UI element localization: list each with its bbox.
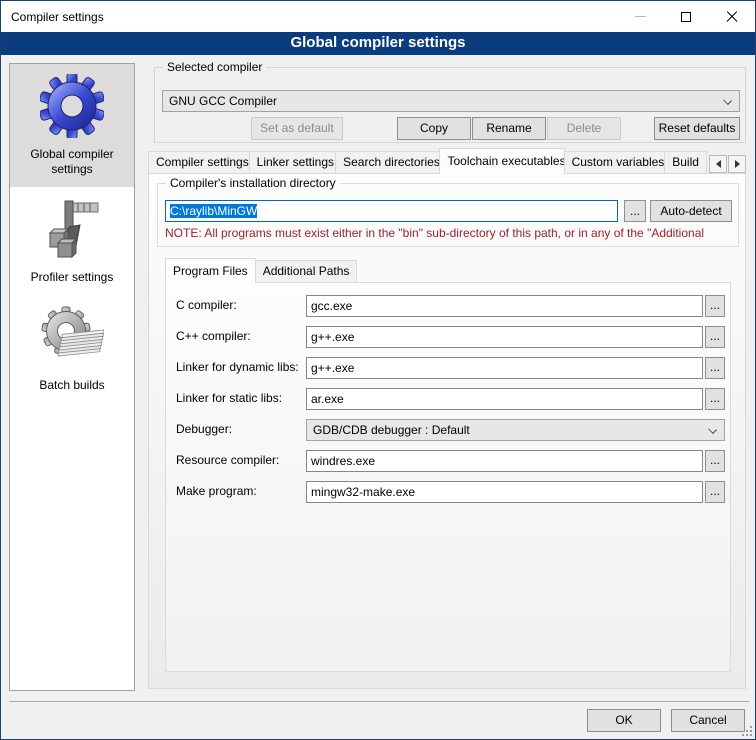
gray-gear-stack-icon [40,305,104,369]
resource-compiler-label: Resource compiler: [176,453,279,467]
cpp-compiler-input[interactable]: g++.exe [306,326,703,348]
c-compiler-input[interactable]: gcc.exe [306,295,703,317]
window-title: Compiler settings [1,10,104,24]
sidebar-item-label: Profiler settings [12,270,132,285]
dynamic-linker-row: Linker for dynamic libs: g++.exe ... [166,357,730,379]
maximize-icon [681,12,691,22]
settings-category-list: Global compiler settings Profiler settin… [9,63,135,691]
make-program-browse-button[interactable]: ... [705,481,725,503]
set-as-default-button[interactable]: Set as default [251,117,343,140]
chevron-down-icon [723,96,732,105]
close-button[interactable] [709,1,755,32]
page-title: Global compiler settings [1,32,755,55]
selected-compiler-legend: Selected compiler [163,60,266,74]
chevron-down-icon [708,425,717,434]
cpp-compiler-value: g++.exe [311,330,354,344]
debugger-label: Debugger: [176,422,232,436]
make-program-row: Make program: mingw32-make.exe ... [166,481,730,503]
caliper-icon [40,197,104,261]
static-linker-browse-button[interactable]: ... [705,388,725,410]
tab-toolchain-executables[interactable]: Toolchain executables [439,148,564,174]
tab-scroll-arrows [708,155,746,173]
maximize-button[interactable] [663,1,709,32]
make-program-label: Make program: [176,484,257,498]
sidebar-item-profiler-settings[interactable]: Profiler settings [10,187,134,295]
tab-custom-variables[interactable]: Custom variables [564,151,666,173]
blue-gear-icon [40,74,104,138]
c-compiler-browse-button[interactable]: ... [705,295,725,317]
sidebar-item-label: Batch builds [12,378,132,393]
static-linker-label: Linker for static libs: [176,391,282,405]
resource-compiler-value: windres.exe [311,454,375,468]
program-files-page: C compiler: gcc.exe ... C++ compiler: g+… [165,282,731,672]
browse-directory-button[interactable]: ... [624,200,646,222]
static-linker-row: Linker for static libs: ar.exe ... [166,388,730,410]
static-linker-input[interactable]: ar.exe [306,388,703,410]
footer-separator [9,701,749,702]
installation-note: NOTE: All programs must exist either in … [165,226,735,240]
installation-directory-group: Compiler's installation directory C:\ray… [157,183,739,247]
resize-grip[interactable] [750,734,752,736]
dynamic-linker-value: g++.exe [311,361,354,375]
cpp-compiler-browse-button[interactable]: ... [705,326,725,348]
tab-search-directories[interactable]: Search directories [335,151,440,173]
installation-directory-value: C:\raylib\MinGW [170,204,257,218]
installation-directory-legend: Compiler's installation directory [166,176,340,190]
compiler-select[interactable]: GNU GCC Compiler [162,90,740,112]
cpp-compiler-label: C++ compiler: [176,329,251,343]
sidebar-item-global-compiler-settings[interactable]: Global compiler settings [10,64,134,187]
tab-linker-settings[interactable]: Linker settings [249,151,336,173]
tab-program-files[interactable]: Program Files [165,258,256,283]
dynamic-linker-input[interactable]: g++.exe [306,357,703,379]
settings-tabstrip: Compiler settings Linker settings Search… [148,149,746,173]
program-files-tabstrip: Program Files Additional Paths [165,259,731,282]
tab-additional-paths[interactable]: Additional Paths [255,260,358,282]
copy-button[interactable]: Copy [397,117,471,140]
sidebar-item-batch-builds[interactable]: Batch builds [10,295,134,403]
installation-directory-input[interactable]: C:\raylib\MinGW [165,200,618,222]
cancel-button[interactable]: Cancel [671,709,745,732]
resource-compiler-browse-button[interactable]: ... [705,450,725,472]
ok-button[interactable]: OK [587,709,661,732]
c-compiler-value: gcc.exe [311,299,352,313]
make-program-value: mingw32-make.exe [311,485,415,499]
dynamic-linker-label: Linker for dynamic libs: [176,360,299,374]
static-linker-value: ar.exe [311,392,344,406]
tab-scroll-right-icon [735,160,740,168]
caption-buttons [617,1,755,32]
tab-scroll-left-button[interactable] [709,155,727,173]
selected-compiler-group: Selected compiler GNU GCC Compiler Set a… [154,67,746,143]
c-compiler-row: C compiler: gcc.exe ... [166,295,730,317]
toolchain-executables-page: Compiler's installation directory C:\ray… [148,173,746,689]
resource-compiler-row: Resource compiler: windres.exe ... [166,450,730,472]
compiler-settings-dialog: Compiler settings Global compiler settin… [0,0,756,740]
cpp-compiler-row: C++ compiler: g++.exe ... [166,326,730,348]
close-icon [726,11,738,23]
tab-compiler-settings[interactable]: Compiler settings [148,151,250,173]
titlebar: Compiler settings [1,1,755,32]
debugger-select[interactable]: GDB/CDB debugger : Default [306,419,725,441]
debugger-row: Debugger: GDB/CDB debugger : Default [166,419,730,441]
c-compiler-label: C compiler: [176,298,237,312]
tab-scroll-right-button[interactable] [728,155,746,173]
rename-button[interactable]: Rename [472,117,546,140]
tab-scroll-left-icon [716,160,721,168]
tab-build-clipped[interactable]: Build [664,151,707,173]
sidebar-item-label: Global compiler settings [12,147,132,177]
minimize-icon [635,16,646,17]
reset-defaults-button[interactable]: Reset defaults [654,117,740,140]
auto-detect-button[interactable]: Auto-detect [650,200,732,222]
minimize-button[interactable] [617,1,663,32]
delete-button[interactable]: Delete [547,117,621,140]
dynamic-linker-browse-button[interactable]: ... [705,357,725,379]
compiler-select-value: GNU GCC Compiler [169,94,277,108]
resource-compiler-input[interactable]: windres.exe [306,450,703,472]
make-program-input[interactable]: mingw32-make.exe [306,481,703,503]
debugger-select-value: GDB/CDB debugger : Default [313,423,470,437]
